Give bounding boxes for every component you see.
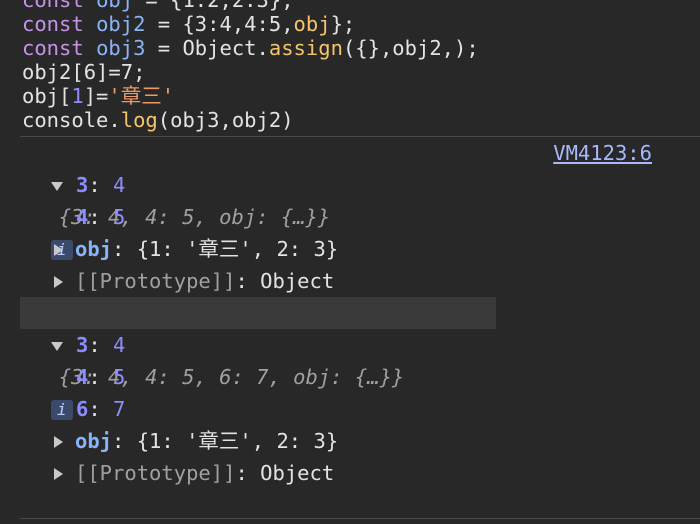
log-entry-2[interactable]: {3: 4, 4: 5, 6: 7, obj: {…}} i [20,297,496,420]
code-line-4: obj2[6]=7; [22,60,146,84]
code-line-5: obj[1]='章三' [22,84,175,108]
property-row: 3: 4 [76,173,126,197]
source-link[interactable]: VM4123:6 [553,137,652,169]
property-row: 4: 5 [76,205,126,229]
property-row-obj[interactable]: obj: {1: '章三', 2: 3} [0,425,700,457]
expand-triangle-icon[interactable] [54,276,63,288]
code-line-1: const obj = {1:2,2:3}; [22,0,294,12]
property-row: 3: 4 [76,333,126,357]
expand-triangle-icon[interactable] [54,436,63,448]
code-line-6: console.log(obj3,obj2) [22,108,294,132]
property-row-obj[interactable]: obj: {1: '章三', 2: 3} [0,233,700,265]
code-line-2: const obj2 = {3:4,4:5,obj}; [22,12,356,36]
separator [20,518,700,519]
log-entry-1[interactable]: {3: 4, 4: 5, obj: {…}} i VM4123:6 [0,137,700,260]
expand-triangle-icon[interactable] [54,244,63,256]
code-input[interactable]: › const obj = {1:2,2:3}; const obj2 = {3… [0,0,700,132]
property-row: 6: 7 [76,397,126,421]
expand-triangle-icon[interactable] [54,468,63,480]
prototype-row[interactable]: [[Prototype]]: Object [0,265,700,297]
property-row: 4: 5 [76,365,126,389]
prototype-row[interactable]: [[Prototype]]: Object [0,457,700,489]
code-line-3: const obj3 = Object.assign({},obj2,); [22,36,479,60]
